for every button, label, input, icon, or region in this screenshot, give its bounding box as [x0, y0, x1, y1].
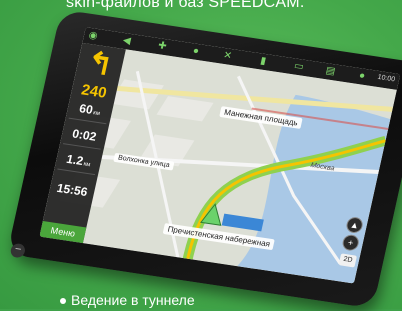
battery-icon: ▭ [292, 60, 305, 73]
volume-icon[interactable]: ◀ [121, 35, 133, 47]
caption-top: skin-файлов и баз SPEEDCAM. [66, 0, 305, 11]
gps-signal-icon: ▮ [259, 55, 268, 68]
divider [62, 143, 101, 150]
caption-bottom: Ведение в туннеле [60, 292, 195, 308]
remain-unit: км [82, 161, 91, 169]
distance-readout: 60км [69, 100, 112, 120]
menu-button[interactable]: Меню [39, 220, 87, 244]
divider [68, 117, 107, 125]
arrival-time-value: 15:56 [55, 180, 89, 200]
divider [57, 168, 96, 176]
turn-left-arrow-icon: ↰ [84, 46, 117, 83]
time-value: 0:02 [70, 126, 98, 144]
info-icon[interactable]: ● [190, 45, 202, 57]
remain-readout: 1.2км [57, 151, 100, 171]
view-mode-button[interactable]: 2D [338, 253, 357, 268]
document-icon[interactable]: ▤ [324, 65, 337, 77]
tools-icon[interactable]: ✕ [221, 50, 233, 62]
settings-icon[interactable]: ● [356, 70, 368, 82]
distance-unit: км [92, 110, 101, 118]
clock: 10:00 [376, 73, 396, 84]
compass-icon[interactable]: ◉ [87, 30, 99, 42]
route-icon[interactable]: ✚ [156, 40, 168, 52]
speed-value: 240 [79, 81, 109, 102]
bullet-icon [60, 298, 66, 305]
navigator-screen: ◉ ◀ ✚ ● ✕ ▮ ▭ ▤ ● 10:00 Манежная площадь… [39, 27, 401, 284]
caption-bottom-text: Ведение в туннеле [71, 292, 195, 308]
